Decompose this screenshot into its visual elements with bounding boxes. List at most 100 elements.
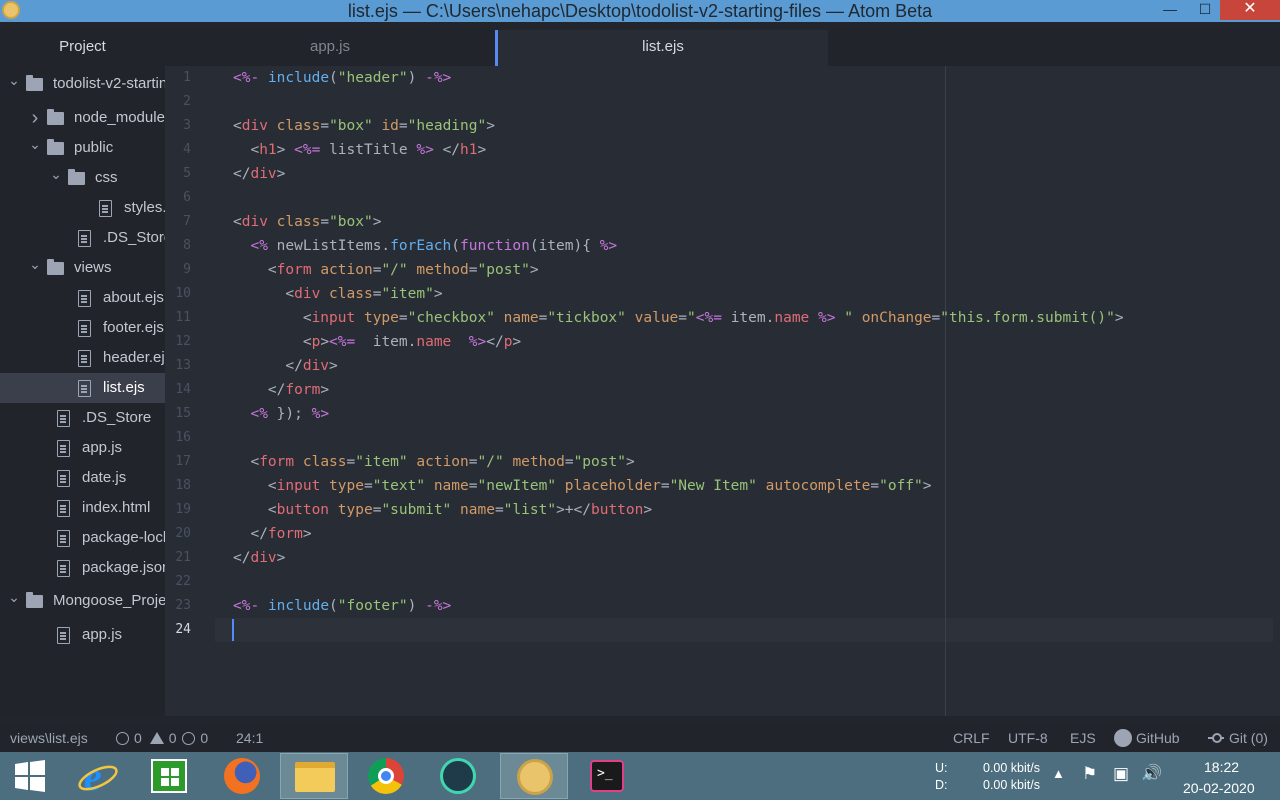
maximize-button[interactable]: ☐ [1190, 0, 1220, 20]
line-number[interactable]: 1 [165, 66, 191, 90]
code-line[interactable]: <form action="/" method="post"> [233, 258, 539, 282]
taskbar-file-explorer[interactable] [280, 753, 348, 799]
show-hidden-icons-chevron-icon[interactable]: ▲ [1052, 766, 1065, 781]
line-number[interactable]: 16 [165, 426, 191, 450]
github-button[interactable]: GitHub [1114, 724, 1180, 752]
line-number[interactable]: 13 [165, 354, 191, 378]
line-number[interactable]: 14 [165, 378, 191, 402]
line-number[interactable]: 18 [165, 474, 191, 498]
code-line[interactable]: <form class="item" action="/" method="po… [233, 450, 634, 474]
git-button[interactable]: Git (0) [1208, 724, 1268, 752]
tree-folder[interactable]: › node_modules [0, 103, 165, 133]
line-number[interactable]: 19 [165, 498, 191, 522]
tree-file[interactable]: list.ejs [0, 373, 165, 403]
code-line[interactable]: <%- include("header") -%> [233, 66, 451, 90]
start-button[interactable] [0, 753, 60, 799]
tree-file[interactable]: about.ejs [0, 283, 165, 313]
tree-file[interactable]: footer.ejs [0, 313, 165, 343]
tree-file[interactable]: .DS_Store [0, 403, 165, 433]
tree-folder[interactable]: ⌄ todolist-v2-starting-files [0, 69, 165, 99]
code-line[interactable]: </div> [233, 354, 337, 378]
status-file-path[interactable]: views\list.ejs [10, 724, 88, 752]
line-number[interactable]: 9 [165, 258, 191, 282]
tree-folder[interactable]: ⌄ views [0, 253, 165, 283]
line-number[interactable]: 23 [165, 594, 191, 618]
code-line[interactable]: <%- include("footer") -%> [233, 594, 451, 618]
code-line[interactable]: <div class="box" id="heading"> [233, 114, 495, 138]
tab-list-ejs[interactable]: list.ejs [498, 30, 828, 66]
line-number[interactable]: 6 [165, 186, 191, 210]
tree-file[interactable]: app.js [0, 433, 165, 463]
code-line[interactable]: <% newListItems.forEach(function(item){ … [233, 234, 617, 258]
line-number[interactable]: 24 [165, 618, 191, 642]
line-number[interactable]: 12 [165, 330, 191, 354]
code-line[interactable]: <% }); %> [233, 402, 329, 426]
chevron-down-icon[interactable]: ⌄ [29, 253, 41, 279]
tree-folder[interactable]: ⌄ public [0, 133, 165, 163]
chevron-down-icon[interactable]: ⌄ [29, 133, 41, 159]
close-button[interactable]: ✕ [1220, 0, 1280, 20]
chevron-down-icon[interactable]: ⌄ [8, 586, 20, 612]
taskbar-vpn[interactable] [424, 753, 492, 799]
line-number[interactable]: 5 [165, 162, 191, 186]
tree-file[interactable]: package-lock.json [0, 523, 165, 553]
encoding-selector[interactable]: UTF-8 [1008, 724, 1048, 752]
action-center-flag-icon[interactable]: ⚑ [1082, 764, 1097, 784]
code-editor[interactable]: 1 2 3 4 5 6 7 8 9 10 11 12 13 14 15 16 17 18 19 20 21 22 23 24 … [165, 66, 1280, 716]
line-number-gutter[interactable]: 1 2 3 4 5 6 7 8 9 10 11 12 13 14 15 16 17 18 19 20 21 22 23 24 [165, 66, 215, 716]
line-ending-selector[interactable]: CRLF [953, 724, 990, 752]
line-number[interactable]: 4 [165, 138, 191, 162]
cursor-position[interactable]: 24:1 [236, 724, 263, 752]
line-number[interactable]: 17 [165, 450, 191, 474]
chevron-right-icon[interactable]: › [29, 103, 41, 133]
code-line[interactable]: <button type="submit" name="list">+</but… [233, 498, 652, 522]
line-number[interactable]: 7 [165, 210, 191, 234]
minimize-button[interactable]: — [1150, 0, 1190, 20]
line-number[interactable]: 20 [165, 522, 191, 546]
volume-icon[interactable]: 🔊 [1141, 764, 1162, 784]
tree-file[interactable]: index.html [0, 493, 165, 523]
code-line[interactable]: <h1> <%= listTitle %> </h1> [233, 138, 486, 162]
code-line[interactable]: </div> [233, 162, 285, 186]
taskbar-firefox[interactable] [208, 753, 276, 799]
line-number[interactable]: 22 [165, 570, 191, 594]
tree-file[interactable]: package.json [0, 553, 165, 583]
tree-folder[interactable]: ⌄ Mongoose_Project [0, 586, 165, 616]
project-panel-header[interactable]: Project [0, 30, 165, 66]
taskbar-terminal[interactable]: >_ [572, 753, 640, 799]
code-line[interactable]: </form> [233, 378, 329, 402]
code-line[interactable]: <input type="text" name="newItem" placeh… [233, 474, 932, 498]
code-line[interactable]: </div> [233, 546, 285, 570]
line-number[interactable]: 21 [165, 546, 191, 570]
code-line[interactable]: <input type="checkbox" name="tickbox" va… [233, 306, 1124, 330]
tree-folder[interactable]: ⌄ css [0, 163, 165, 193]
taskbar-store[interactable] [136, 753, 204, 799]
code-line[interactable]: <div class="item"> [233, 282, 442, 306]
chevron-down-icon[interactable]: ⌄ [8, 69, 20, 95]
taskbar-chrome-browser[interactable] [352, 753, 420, 799]
grammar-selector[interactable]: EJS [1070, 724, 1096, 752]
tree-file[interactable]: app.js [0, 620, 165, 650]
taskbar-internet-explorer[interactable]: e [64, 753, 132, 799]
code-line[interactable]: <div class="box"> [233, 210, 381, 234]
line-number[interactable]: 15 [165, 402, 191, 426]
tree-file[interactable]: .DS_Store [0, 223, 165, 253]
line-number[interactable]: 8 [165, 234, 191, 258]
taskbar-atom[interactable] [500, 753, 568, 799]
line-number[interactable]: 10 [165, 282, 191, 306]
tree-file[interactable]: styles.css [0, 193, 165, 223]
tree-item-label: header.ejs [103, 349, 165, 366]
line-number[interactable]: 11 [165, 306, 191, 330]
tab-app-js[interactable]: app.js [165, 30, 495, 66]
diagnostics-summary[interactable]: 0 0 0 [116, 724, 208, 752]
code-line[interactable]: </form> [233, 522, 311, 546]
code-line[interactable]: <p><%= item.name %></p> [233, 330, 521, 354]
chevron-down-icon[interactable]: ⌄ [50, 163, 62, 189]
network-icon[interactable]: ▣ [1113, 764, 1129, 784]
line-number[interactable]: 2 [165, 90, 191, 114]
tree-file[interactable]: header.ejs [0, 343, 165, 373]
line-number[interactable]: 3 [165, 114, 191, 138]
clock-time[interactable]: 18:22 [1204, 759, 1239, 775]
clock-date[interactable]: 20-02-2020 [1183, 780, 1255, 796]
tree-file[interactable]: date.js [0, 463, 165, 493]
